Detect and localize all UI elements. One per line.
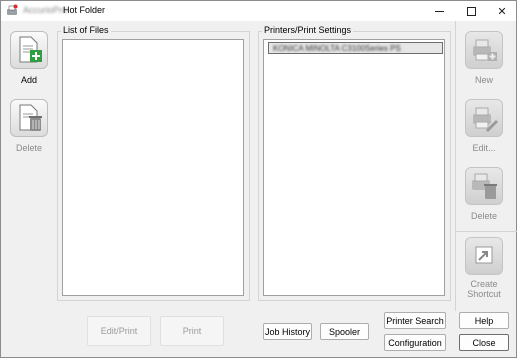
new-tool[interactable]: New (459, 31, 509, 85)
printers-list[interactable]: KONICA MINOLTA C3100Series PS (263, 39, 445, 296)
printer-search-button[interactable]: Printer Search (384, 312, 446, 329)
create-shortcut-label-line2: Shortcut (467, 289, 501, 299)
edit-print-button[interactable]: Edit/Print (87, 316, 151, 346)
new-printer-icon (473, 39, 497, 61)
new-button[interactable] (465, 31, 503, 69)
delete-label: Delete (15, 143, 42, 153)
right-separator (455, 21, 456, 311)
printer-list-item[interactable]: KONICA MINOLTA C3100Series PS (268, 42, 443, 54)
delete-printer-icon (472, 173, 497, 199)
window-title: Hot Folder (63, 5, 106, 15)
job-history-button[interactable]: Job History (263, 323, 312, 340)
maximize-icon (466, 6, 476, 16)
title-bar: AccurioPro Hot Folder ✕ (1, 1, 516, 21)
printers-group-label: Printers/Print Settings (262, 25, 354, 35)
edit-printer-icon (473, 107, 498, 132)
add-file-icon (19, 36, 42, 63)
spooler-button[interactable]: Spooler (320, 323, 369, 340)
app-name: AccurioPro (23, 5, 68, 15)
delete-tool[interactable]: Delete (4, 99, 54, 153)
edit-label: Edit... (472, 143, 496, 153)
delete-printer-button[interactable] (465, 167, 503, 205)
add-label: Add (20, 75, 37, 85)
help-button[interactable]: Help (459, 312, 509, 329)
app-icon (7, 4, 18, 15)
edit-tool[interactable]: Edit... (459, 99, 509, 153)
print-button[interactable]: Print (160, 316, 224, 346)
new-label: New (474, 75, 493, 85)
shortcut-separator (455, 231, 517, 232)
configuration-button[interactable]: Configuration (384, 334, 446, 351)
edit-button[interactable] (465, 99, 503, 137)
minimize-icon (434, 10, 444, 12)
create-shortcut-button[interactable] (465, 237, 503, 275)
close-icon: ✕ (497, 5, 507, 18)
maximize-button[interactable] (456, 1, 486, 21)
close-button[interactable]: Close (459, 334, 509, 351)
add-button[interactable] (10, 31, 48, 69)
create-shortcut-label-line1: Create (470, 279, 498, 289)
delete-button[interactable] (10, 99, 48, 137)
files-group-label: List of Files (61, 25, 111, 35)
delete-printer-tool[interactable]: Delete (459, 167, 509, 221)
add-tool[interactable]: Add (4, 31, 54, 85)
hot-folder-window: AccurioPro Hot Folder ✕ Add Delete List … (0, 0, 517, 358)
minimize-button[interactable] (424, 1, 454, 21)
delete-file-icon (19, 104, 42, 131)
files-list[interactable] (62, 39, 244, 296)
close-window-button[interactable]: ✕ (487, 1, 517, 21)
shortcut-icon (475, 246, 493, 264)
delete-printer-label: Delete (470, 211, 497, 221)
create-shortcut-tool[interactable]: Create Shortcut (459, 237, 509, 299)
